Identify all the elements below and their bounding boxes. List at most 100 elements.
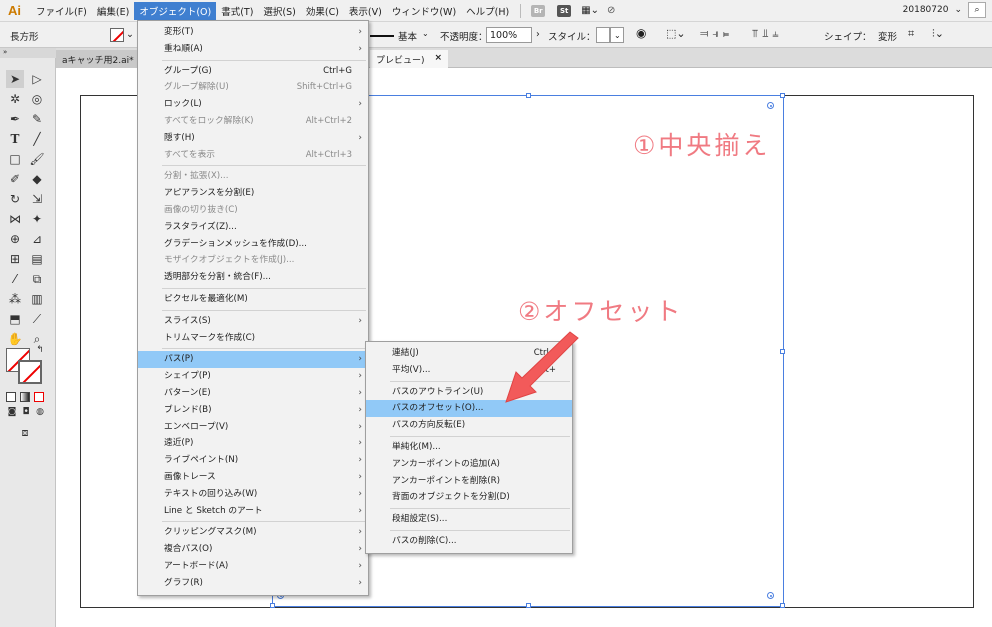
panel-menu-icon[interactable]: ⫶⌄ xyxy=(932,27,944,41)
stock-icon[interactable]: St xyxy=(557,4,572,17)
menu-view[interactable]: 表示(V) xyxy=(344,2,387,20)
graphic-style-swatch[interactable] xyxy=(596,27,610,43)
swap-fill-stroke-icon[interactable]: ↰ xyxy=(34,344,46,356)
puppet-warp-tool-icon[interactable]: ✦ xyxy=(28,210,46,228)
rotate-tool-icon[interactable]: ↻ xyxy=(6,190,24,208)
draw-inside-icon[interactable]: ◍ xyxy=(34,406,46,418)
fill-swatch[interactable] xyxy=(110,28,124,42)
path-menu-item[interactable]: パスの削除(C)... xyxy=(366,533,572,550)
menu-select[interactable]: 選択(S) xyxy=(258,2,300,20)
line-tool-icon[interactable]: ╱ xyxy=(28,130,46,148)
object-menu-item[interactable]: グラデーションメッシュを作成(D)... xyxy=(138,236,368,253)
object-menu-item[interactable]: 透明部分を分割・統合(F)... xyxy=(138,269,368,286)
resize-handle[interactable] xyxy=(270,603,275,608)
menu-effect[interactable]: 効果(C) xyxy=(301,2,344,20)
object-menu-item[interactable]: ロック(L) › xyxy=(138,96,368,113)
hand-tool-icon[interactable]: ✋ xyxy=(6,330,24,348)
menu-window[interactable]: ウィンドウ(W) xyxy=(387,2,461,20)
menu-file[interactable]: ファイル(F) xyxy=(31,2,92,20)
scale-tool-icon[interactable]: ⇲ xyxy=(28,190,46,208)
menu-help[interactable]: ヘルプ(H) xyxy=(461,2,514,20)
chevron-down-icon[interactable]: ⌄ xyxy=(126,29,134,40)
paintbrush-tool-icon[interactable]: 🖌 xyxy=(28,150,46,168)
align-to-icon[interactable]: ⬚⌄ xyxy=(666,27,686,40)
color-mode-icon[interactable] xyxy=(6,392,16,402)
object-menu-item[interactable]: エンベロープ(V) › xyxy=(138,419,368,436)
object-menu-item[interactable]: グループ(G) Ctrl+G xyxy=(138,63,368,80)
object-menu-item[interactable]: 隠す(H) › xyxy=(138,130,368,147)
width-tool-icon[interactable]: ⋈ xyxy=(6,210,24,228)
path-menu-item[interactable]: 段組設定(S)... xyxy=(366,511,572,528)
object-menu-item[interactable]: パス(P) › xyxy=(138,351,368,369)
resize-handle[interactable] xyxy=(780,603,785,608)
selection-tool-icon[interactable]: ➤ xyxy=(6,70,24,88)
path-menu-item[interactable]: パスの方向反転(E) xyxy=(366,417,572,434)
eyedropper-tool-icon[interactable]: ⁄ xyxy=(6,270,24,288)
path-menu-item[interactable]: 単純化(M)... xyxy=(366,439,572,456)
menu-object[interactable]: オブジェクト(O) xyxy=(134,1,217,20)
path-menu-item[interactable]: アンカーポイントの追加(A) xyxy=(366,456,572,473)
object-menu-item[interactable]: トリムマークを作成(C) xyxy=(138,330,368,347)
chevron-down-icon[interactable]: ⌄ xyxy=(610,27,624,43)
object-menu-item[interactable]: パターン(E) › xyxy=(138,385,368,402)
isolate-icon[interactable]: ⌗ xyxy=(908,27,914,41)
recolor-artwork-icon[interactable]: ◉ xyxy=(636,26,646,40)
artboard-tool-icon[interactable]: ⬒ xyxy=(6,310,24,328)
live-corner-widget[interactable] xyxy=(767,102,774,109)
type-tool-icon[interactable]: T xyxy=(6,130,24,148)
resize-handle[interactable] xyxy=(526,603,531,608)
bridge-icon[interactable]: Br xyxy=(531,4,546,17)
opacity-input[interactable]: 100% xyxy=(486,27,532,43)
menu-type[interactable]: 書式(T) xyxy=(216,2,258,20)
path-menu-item[interactable]: アンカーポイントを削除(R) xyxy=(366,473,572,490)
slice-tool-icon[interactable]: ⟋ xyxy=(28,310,46,328)
object-menu-item[interactable]: 画像トレース › xyxy=(138,469,368,486)
object-menu-item[interactable]: グラフ(R) › xyxy=(138,575,368,592)
path-menu-item[interactable]: 背面のオブジェクトを分割(D) xyxy=(366,489,572,506)
object-menu-item[interactable]: アートボード(A) › xyxy=(138,558,368,575)
draw-normal-icon[interactable]: ◙ xyxy=(6,406,18,418)
chevron-down-icon[interactable]: ⌄ xyxy=(422,29,429,38)
transform-link[interactable]: 変形 xyxy=(878,29,897,43)
eraser-tool-icon[interactable]: ◆ xyxy=(28,170,46,188)
object-menu-item[interactable]: テキストの回り込み(W) › xyxy=(138,486,368,503)
object-menu-item[interactable]: クリッピングマスク(M) › xyxy=(138,524,368,541)
blend-tool-icon[interactable]: ⧉ xyxy=(28,270,46,288)
panel-collapse-icon[interactable]: » xyxy=(0,48,56,58)
object-menu-item[interactable]: スライス(S) › xyxy=(138,313,368,330)
rectangle-tool-icon[interactable]: □ xyxy=(6,150,24,168)
gpu-performance-icon[interactable]: ⊘ xyxy=(607,5,615,16)
tab-document-2[interactable]: プレビュー) × xyxy=(370,50,449,68)
magic-wand-tool-icon[interactable]: ✲ xyxy=(6,90,24,108)
shape-builder-tool-icon[interactable]: ⊕ xyxy=(6,230,24,248)
object-menu-item[interactable]: シェイプ(P) › xyxy=(138,368,368,385)
chevron-down-icon[interactable]: ⌄ xyxy=(954,5,962,15)
object-menu-item[interactable]: ブレンド(B) › xyxy=(138,402,368,419)
workspace-switcher[interactable]: 20180720 xyxy=(903,5,949,15)
object-menu-item[interactable]: アピアランスを分割(E) xyxy=(138,185,368,202)
object-menu-item[interactable]: ラスタライズ(Z)... xyxy=(138,219,368,236)
close-icon[interactable]: × xyxy=(435,53,443,65)
object-menu-item[interactable]: 重ね順(A) › xyxy=(138,41,368,58)
shaper-tool-icon[interactable]: ✐ xyxy=(6,170,24,188)
resize-handle[interactable] xyxy=(526,93,531,98)
mesh-tool-icon[interactable]: ⊞ xyxy=(6,250,24,268)
object-menu-item[interactable]: ピクセルを最適化(M) xyxy=(138,291,368,308)
object-menu-item[interactable]: 遠近(P) › xyxy=(138,435,368,452)
object-menu-item[interactable]: 変形(T) › xyxy=(138,24,368,41)
screen-mode-icon[interactable]: ⧈ xyxy=(16,424,34,442)
none-mode-icon[interactable] xyxy=(34,392,44,402)
distribute-buttons-icon[interactable]: ⫪⫫⫨ xyxy=(752,27,783,41)
chevron-right-icon[interactable]: › xyxy=(536,29,540,40)
menu-edit[interactable]: 編集(E) xyxy=(92,2,134,20)
gradient-mode-icon[interactable] xyxy=(20,392,30,402)
align-buttons-icon[interactable]: ⫤⫣⫢ xyxy=(700,27,733,41)
object-menu-item[interactable]: Line と Sketch のアート › xyxy=(138,503,368,520)
resize-handle[interactable] xyxy=(780,93,785,98)
object-menu-item[interactable]: 複合パス(O) › xyxy=(138,541,368,558)
resize-handle[interactable] xyxy=(780,349,785,354)
search-icon[interactable]: ⌕ xyxy=(968,2,986,18)
curvature-tool-icon[interactable]: ✎ xyxy=(28,110,46,128)
arrange-documents-icon[interactable]: ▦⌄ xyxy=(581,5,599,16)
pen-tool-icon[interactable]: ✒ xyxy=(6,110,24,128)
